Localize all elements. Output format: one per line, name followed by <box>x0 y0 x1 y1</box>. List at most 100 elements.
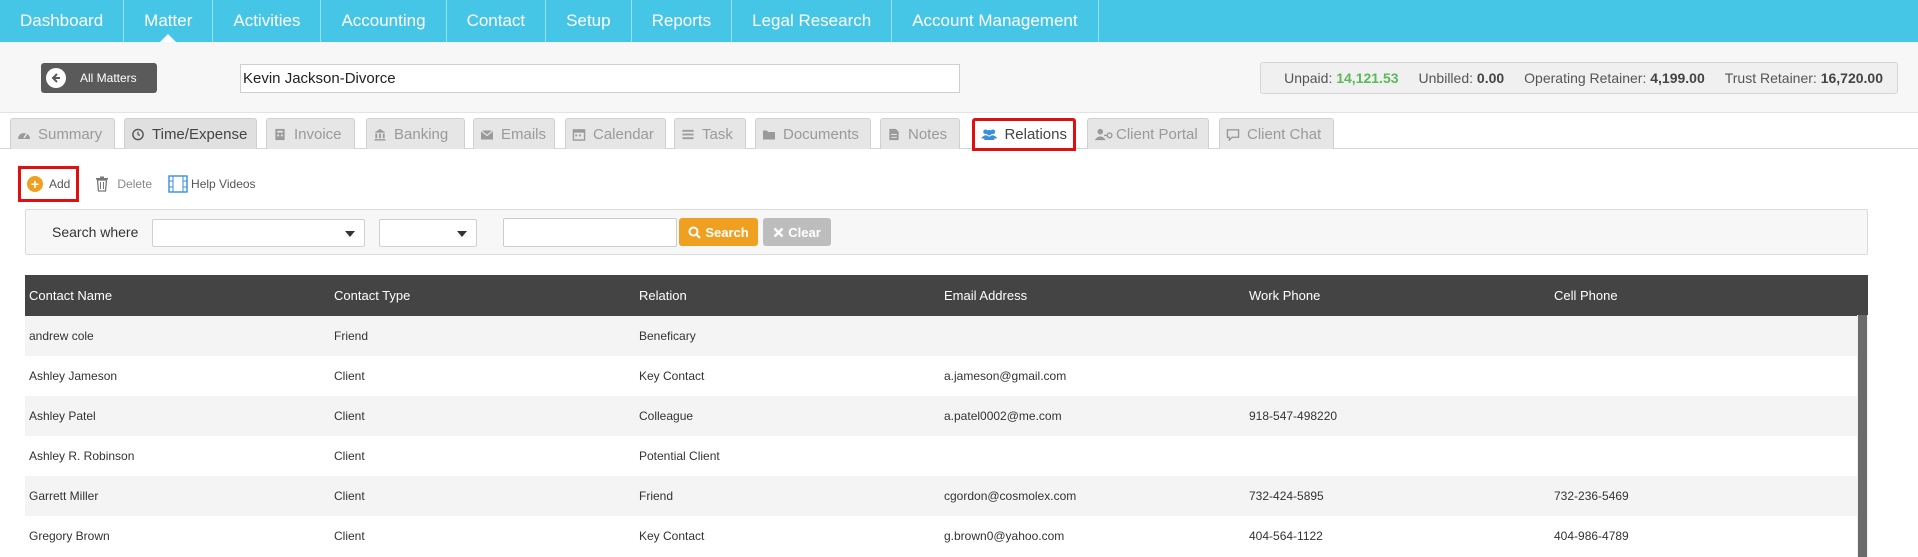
scrollbar-header-block <box>1857 275 1868 315</box>
matter-header: All Matters Kevin Jackson-Divorce Unpaid… <box>0 42 1918 113</box>
search-icon <box>688 226 702 239</box>
table-row[interactable]: Garrett Miller Client Friend cgordon@cos… <box>25 476 1857 516</box>
column-header-email[interactable]: Email Address <box>940 288 1245 303</box>
contact-type-cell: Client <box>334 529 365 543</box>
matter-tabs: Summary Time/Expense Invoice Banking Ema… <box>0 113 1918 151</box>
plus-circle-icon: + <box>27 176 43 192</box>
add-button[interactable]: + Add <box>18 166 80 202</box>
table-row[interactable]: Gregory Brown Client Key Contact g.brown… <box>25 516 1857 556</box>
nav-dashboard[interactable]: Dashboard <box>0 0 125 42</box>
envelope-icon <box>480 129 494 139</box>
tab-calendar[interactable]: Calendar <box>565 118 666 149</box>
tab-documents[interactable]: Documents <box>755 118 871 149</box>
contact-name-cell: Gregory Brown <box>29 529 110 543</box>
email-cell: a.patel0002@me.com <box>944 409 1062 423</box>
trash-icon <box>96 176 109 192</box>
contact-name-cell: andrew cole <box>29 329 94 343</box>
users-icon <box>981 129 998 140</box>
search-input[interactable] <box>503 218 677 247</box>
folder-icon <box>763 130 775 139</box>
contact-name-cell: Ashley Jameson <box>29 369 118 383</box>
contact-type-cell: Friend <box>334 329 369 343</box>
tab-notes[interactable]: Notes <box>880 118 960 149</box>
top-nav: Dashboard Matter Activities Accounting C… <box>0 0 1918 42</box>
tab-task[interactable]: Task <box>674 118 746 149</box>
tab-client-chat[interactable]: Client Chat <box>1219 118 1334 149</box>
contact-name-cell: Ashley R. Robinson <box>29 449 135 463</box>
table-row[interactable]: Ashley Jameson Client Key Contact a.jame… <box>25 356 1857 396</box>
nav-legal-research[interactable]: Legal Research <box>732 0 893 42</box>
tab-summary[interactable]: Summary <box>10 118 115 149</box>
tab-relations[interactable]: Relations <box>972 118 1076 151</box>
all-matters-button[interactable]: All Matters <box>41 63 157 93</box>
contact-type-cell: Client <box>334 449 365 463</box>
search-field-select[interactable] <box>152 219 365 247</box>
contact-name-cell: Ashley Patel <box>29 409 96 423</box>
trust-retainer-summary: Trust Retainer: 16,720.00 <box>1725 70 1883 86</box>
table-row[interactable]: Ashley Patel Client Colleague a.patel000… <box>25 396 1857 436</box>
work-phone-cell: 732-424-5895 <box>1249 489 1324 503</box>
file-icon <box>889 128 899 140</box>
relation-cell: Potential Client <box>639 449 720 463</box>
tab-time-expense-label: Time/Expense <box>152 125 248 143</box>
film-icon <box>168 175 188 193</box>
all-matters-label: All Matters <box>80 71 137 85</box>
tab-client-portal[interactable]: Client Portal <box>1087 118 1209 149</box>
table-row[interactable]: andrew cole Friend Beneficary <box>25 316 1857 356</box>
scrollbar-thumb[interactable] <box>1858 315 1867 557</box>
nav-contact[interactable]: Contact <box>447 0 547 42</box>
contact-type-cell: Client <box>334 369 365 383</box>
nav-account-management[interactable]: Account Management <box>892 0 1099 42</box>
clear-button[interactable]: Clear <box>763 218 831 246</box>
trust-retainer-value: 16,720.00 <box>1820 70 1883 86</box>
nav-accounting[interactable]: Accounting <box>321 0 447 42</box>
search-button[interactable]: Search <box>679 218 758 246</box>
tab-emails[interactable]: Emails <box>473 118 555 149</box>
table-row[interactable]: Ashley R. Robinson Client Potential Clie… <box>25 436 1857 476</box>
matter-name-field[interactable]: Kevin Jackson-Divorce <box>240 64 960 93</box>
nav-matter[interactable]: Matter <box>124 0 214 42</box>
work-phone-cell: 404-564-1122 <box>1249 529 1323 543</box>
column-header-contact-name[interactable]: Contact Name <box>25 288 330 303</box>
column-header-cell-phone[interactable]: Cell Phone <box>1550 288 1852 303</box>
tab-relations-label: Relations <box>1004 126 1067 143</box>
operating-retainer-label: Operating Retainer: <box>1524 70 1647 86</box>
search-where-label: Search where <box>52 224 139 240</box>
help-videos-label: Help Videos <box>191 177 256 191</box>
nav-setup[interactable]: Setup <box>546 0 632 42</box>
close-icon <box>773 227 784 237</box>
unbilled-value: 0.00 <box>1476 70 1505 86</box>
relation-cell: Colleague <box>639 409 694 423</box>
calculator-icon <box>275 128 285 140</box>
chevron-down-icon <box>345 231 355 237</box>
tab-time-expense[interactable]: Time/Expense <box>124 118 257 149</box>
contact-type-cell: Client <box>334 409 365 423</box>
tab-banking[interactable]: Banking <box>366 118 465 149</box>
relation-cell: Friend <box>639 489 674 503</box>
search-operator-select[interactable] <box>379 219 477 247</box>
email-cell: g.brown0@yahoo.com <box>944 529 1065 543</box>
help-videos-button[interactable]: Help Videos <box>168 175 256 193</box>
delete-button[interactable]: Delete <box>95 176 152 192</box>
tab-invoice[interactable]: Invoice <box>266 118 355 149</box>
user-key-icon <box>1094 128 1113 140</box>
column-header-relation[interactable]: Relation <box>635 288 940 303</box>
nav-activities[interactable]: Activities <box>213 0 322 42</box>
column-header-contact-type[interactable]: Contact Type <box>330 288 635 303</box>
delete-label: Delete <box>117 177 153 191</box>
unbilled-label: Unbilled: <box>1418 70 1474 86</box>
tab-invoice-label: Invoice <box>294 125 342 143</box>
operating-retainer-summary: Operating Retainer: 4,199.00 <box>1524 70 1705 86</box>
contact-name-cell: Garrett Miller <box>29 489 99 503</box>
add-label: Add <box>49 177 71 191</box>
tab-banking-label: Banking <box>394 125 449 143</box>
column-header-work-phone[interactable]: Work Phone <box>1245 288 1550 303</box>
tab-summary-label: Summary <box>38 125 103 143</box>
tab-documents-label: Documents <box>783 125 859 143</box>
nav-reports[interactable]: Reports <box>632 0 733 42</box>
dashboard-icon <box>18 132 30 139</box>
work-phone-cell: 918-547-498220 <box>1249 409 1338 423</box>
table-scrollbar[interactable] <box>1857 275 1868 557</box>
email-cell: a.jameson@gmail.com <box>944 369 1067 383</box>
table-body: andrew cole Friend Beneficary Ashley Jam… <box>25 316 1857 556</box>
